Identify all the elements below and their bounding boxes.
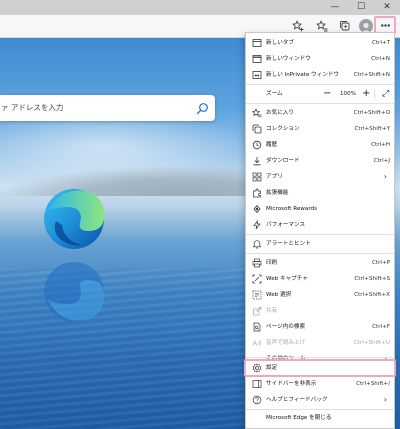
- menu-item-performance[interactable]: パフォーマンス: [246, 217, 394, 233]
- collections-icon: [252, 124, 262, 134]
- download-icon: [252, 156, 262, 166]
- menu-separator: [246, 103, 394, 104]
- menu-item-favorites[interactable]: お気に入り Ctrl+Shift+O: [246, 105, 394, 121]
- search-icon[interactable]: [196, 100, 209, 119]
- menu-item-new-tab[interactable]: 新しいタブ Ctrl+T: [246, 35, 394, 51]
- menu-item-web-capture[interactable]: Web キャプチャ Ctrl+Shift+S: [246, 271, 394, 287]
- apps-icon: [252, 172, 262, 182]
- menu-item-read-aloud[interactable]: A 音声で読み上げ Ctrl+Shift+U: [246, 335, 394, 351]
- menu-item-share[interactable]: 共有: [246, 303, 394, 319]
- background-water: [0, 268, 260, 429]
- menu-item-settings-row[interactable]: 設定: [246, 360, 394, 376]
- minimize-button[interactable]: —: [322, 0, 348, 15]
- menu-separator: [246, 253, 394, 254]
- extensions-icon: [252, 188, 262, 198]
- menu-item-find-on-page[interactable]: ページ内の検索 Ctrl+F: [246, 319, 394, 335]
- web-capture-icon: [252, 274, 262, 284]
- svg-text:A: A: [253, 340, 258, 348]
- menu-separator: [246, 234, 394, 235]
- zoom-in-button[interactable]: +: [362, 86, 370, 102]
- menu-separator: [246, 84, 394, 85]
- bell-icon: [252, 239, 262, 249]
- chevron-right-icon: ›: [383, 395, 387, 404]
- inprivate-icon: [252, 70, 262, 80]
- share-icon: [252, 306, 262, 316]
- sidebar-icon: [252, 379, 262, 389]
- zoom-level: 100%: [340, 91, 356, 97]
- menu-zoom-row: ズーム − 100% + ⤢: [246, 86, 394, 102]
- close-window-button[interactable]: ✕: [374, 0, 400, 15]
- profile-avatar[interactable]: [359, 19, 373, 33]
- chevron-right-icon: ›: [383, 172, 387, 181]
- menu-item-web-select[interactable]: Web 選択 Ctrl+Shift+X: [246, 287, 394, 303]
- fullscreen-button[interactable]: ⤢: [382, 86, 389, 102]
- find-icon: [252, 322, 262, 332]
- zoom-out-button[interactable]: −: [323, 86, 331, 102]
- help-icon: [252, 395, 262, 405]
- zoom-divider: [374, 89, 375, 99]
- menu-item-print[interactable]: 印刷 Ctrl+P: [246, 255, 394, 271]
- address-search-box[interactable]: ァ アドレスを入力: [0, 95, 215, 121]
- search-placeholder: ァ アドレスを入力: [1, 103, 64, 112]
- new-tab-icon: [252, 38, 262, 48]
- read-aloud-icon: A: [252, 338, 262, 348]
- menu-item-close-edge[interactable]: Microsoft Edge を閉じる: [246, 410, 394, 426]
- menu-item-downloads[interactable]: ダウンロード Ctrl+J: [246, 153, 394, 169]
- web-select-icon: [252, 290, 262, 300]
- settings-icon: [252, 363, 262, 373]
- menu-separator: [246, 357, 394, 358]
- menu-item-help-and-feedback[interactable]: ヘルプとフィードバック ›: [246, 392, 394, 408]
- menu-item-collections[interactable]: コレクション Ctrl+Shift+Y: [246, 121, 394, 137]
- favorites-icon: [252, 108, 262, 118]
- menu-item-apps[interactable]: アプリ ›: [246, 169, 394, 185]
- menu-item-new-inprivate[interactable]: 新しい InPrivate ウィンドウ Ctrl+Shift+N: [246, 67, 394, 83]
- new-window-icon: [252, 54, 262, 64]
- print-icon: [252, 258, 262, 268]
- title-bar: — ☐ ✕: [0, 0, 400, 15]
- menu-item-extensions[interactable]: 拡張機能: [246, 185, 394, 201]
- menu-item-history[interactable]: 履歴 Ctrl+H: [246, 137, 394, 153]
- menu-item-rewards[interactable]: Microsoft Rewards: [246, 201, 394, 217]
- background-hills: [0, 166, 260, 196]
- maximize-button[interactable]: ☐: [348, 0, 374, 15]
- menu-item-alerts-and-tips[interactable]: アラートとヒント: [246, 236, 394, 252]
- history-icon: [252, 140, 262, 150]
- menu-item-new-window[interactable]: 新しいウィンドウ Ctrl+N: [246, 51, 394, 67]
- edge-logo-reflection: [40, 254, 108, 326]
- rewards-icon: [252, 204, 262, 214]
- performance-icon: [252, 220, 262, 230]
- menu-item-hide-sidebar[interactable]: サイドバーを非表示 Ctrl+Shift+/: [246, 376, 394, 392]
- edge-logo-icon: [40, 185, 108, 257]
